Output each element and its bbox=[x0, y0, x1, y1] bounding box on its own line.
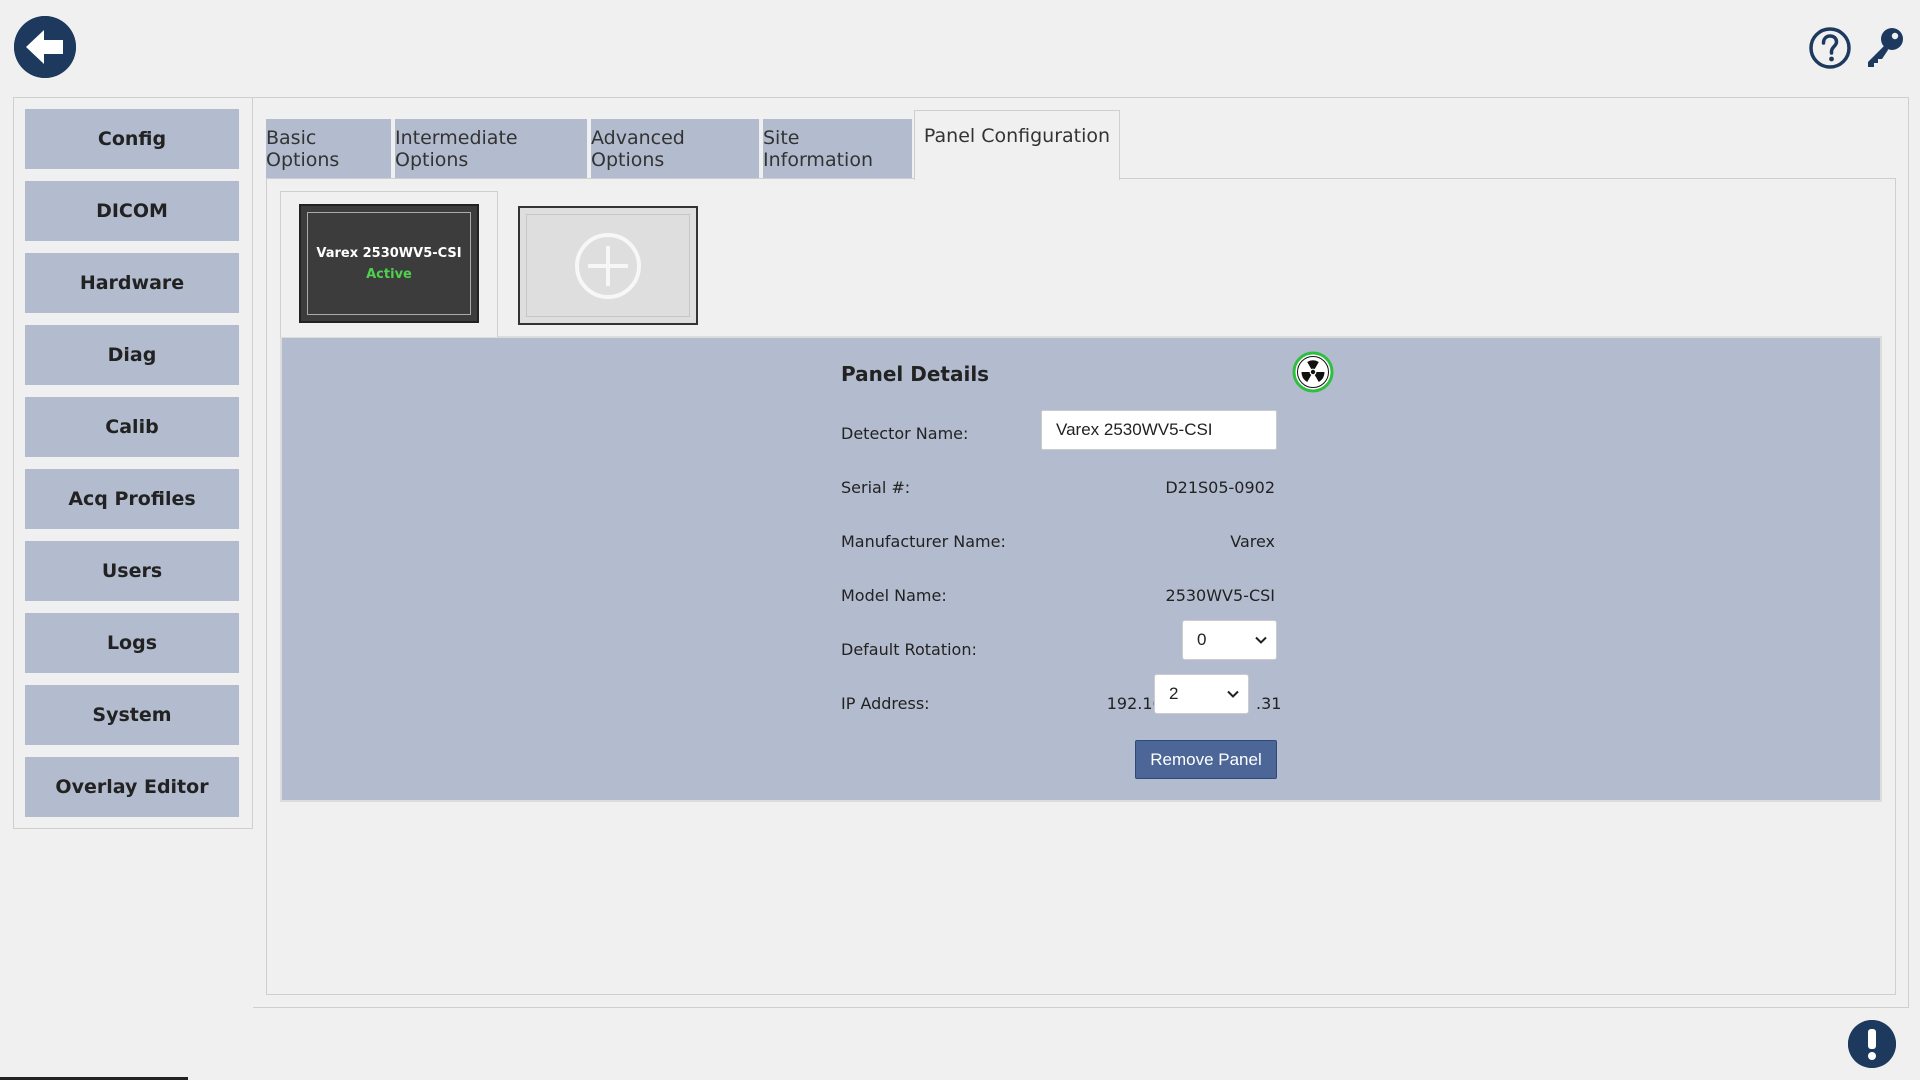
key-button[interactable] bbox=[1862, 26, 1906, 70]
tab-site-information[interactable]: Site Information bbox=[763, 119, 912, 179]
panel-card-status: Active bbox=[366, 266, 412, 282]
default-rotation-value: 0 bbox=[1197, 630, 1207, 649]
manufacturer-value: Varex bbox=[1230, 532, 1275, 551]
sidebar-item-config[interactable]: Config bbox=[25, 109, 239, 169]
sidebar-item-diag[interactable]: Diag bbox=[25, 325, 239, 385]
panel-configuration-pane: Varex 2530WV5-CSI Active Panel Details D… bbox=[266, 178, 1896, 995]
manufacturer-label: Manufacturer Name: bbox=[841, 532, 1006, 551]
add-panel-button[interactable] bbox=[518, 206, 698, 325]
detector-name-input[interactable] bbox=[1041, 410, 1277, 450]
sidebar-item-users[interactable]: Users bbox=[25, 541, 239, 601]
help-button[interactable] bbox=[1808, 26, 1852, 70]
plus-circle-icon bbox=[575, 232, 641, 299]
radiation-icon bbox=[1292, 351, 1334, 393]
ip-octet-select[interactable]: 2 bbox=[1154, 674, 1249, 714]
sidebar-item-dicom[interactable]: DICOM bbox=[25, 181, 239, 241]
panel-card-name: Varex 2530WV5-CSI bbox=[316, 245, 462, 261]
tab-basic-options[interactable]: Basic Options bbox=[266, 119, 391, 179]
default-rotation-select[interactable]: 0 bbox=[1182, 620, 1277, 660]
model-label: Model Name: bbox=[841, 586, 947, 605]
question-circle-icon bbox=[1809, 27, 1851, 69]
remove-panel-button[interactable]: Remove Panel bbox=[1135, 740, 1277, 779]
tab-intermediate-options[interactable]: Intermediate Options bbox=[395, 119, 587, 179]
sidebar-item-hardware[interactable]: Hardware bbox=[25, 253, 239, 313]
sidebar-nav: Config DICOM Hardware Diag Calib Acq Pro… bbox=[13, 97, 253, 829]
sidebar-item-system[interactable]: System bbox=[25, 685, 239, 745]
radiation-status bbox=[1292, 351, 1334, 393]
key-icon bbox=[1868, 28, 1903, 67]
exclamation-circle-icon bbox=[1848, 1020, 1896, 1068]
main-content: Basic Options Intermediate Options Advan… bbox=[253, 97, 1909, 1008]
tab-panel-configuration[interactable]: Panel Configuration bbox=[914, 110, 1120, 180]
sidebar-item-logs[interactable]: Logs bbox=[25, 613, 239, 673]
panel-card-varex[interactable]: Varex 2530WV5-CSI Active bbox=[299, 204, 479, 323]
ip-address-label: IP Address: bbox=[841, 694, 930, 713]
sidebar-item-acq-profiles[interactable]: Acq Profiles bbox=[25, 469, 239, 529]
alert-button[interactable] bbox=[1848, 1020, 1896, 1068]
chevron-down-icon bbox=[1227, 690, 1239, 698]
ip-octet-value: 2 bbox=[1169, 684, 1179, 703]
chevron-down-icon bbox=[1255, 636, 1267, 644]
default-rotation-label: Default Rotation: bbox=[841, 640, 977, 659]
detector-name-label: Detector Name: bbox=[841, 424, 969, 443]
panel-card-body: Varex 2530WV5-CSI Active bbox=[307, 212, 471, 315]
panel-details-title: Panel Details bbox=[841, 362, 990, 386]
back-button[interactable] bbox=[14, 16, 76, 78]
tab-advanced-options[interactable]: Advanced Options bbox=[591, 119, 759, 179]
panel-card-tab: Varex 2530WV5-CSI Active bbox=[280, 191, 498, 337]
ip-suffix: .31 bbox=[1256, 694, 1282, 713]
sidebar-item-calib[interactable]: Calib bbox=[25, 397, 239, 457]
arrow-left-circle-icon bbox=[14, 16, 76, 78]
serial-label: Serial #: bbox=[841, 478, 911, 497]
model-value: 2530WV5-CSI bbox=[1165, 586, 1275, 605]
serial-value: D21S05-0902 bbox=[1165, 478, 1275, 497]
sidebar-item-overlay-editor[interactable]: Overlay Editor bbox=[25, 757, 239, 817]
panel-details: Panel Details Detector Name: Serial #: bbox=[280, 336, 1882, 802]
add-panel-body bbox=[526, 214, 690, 317]
